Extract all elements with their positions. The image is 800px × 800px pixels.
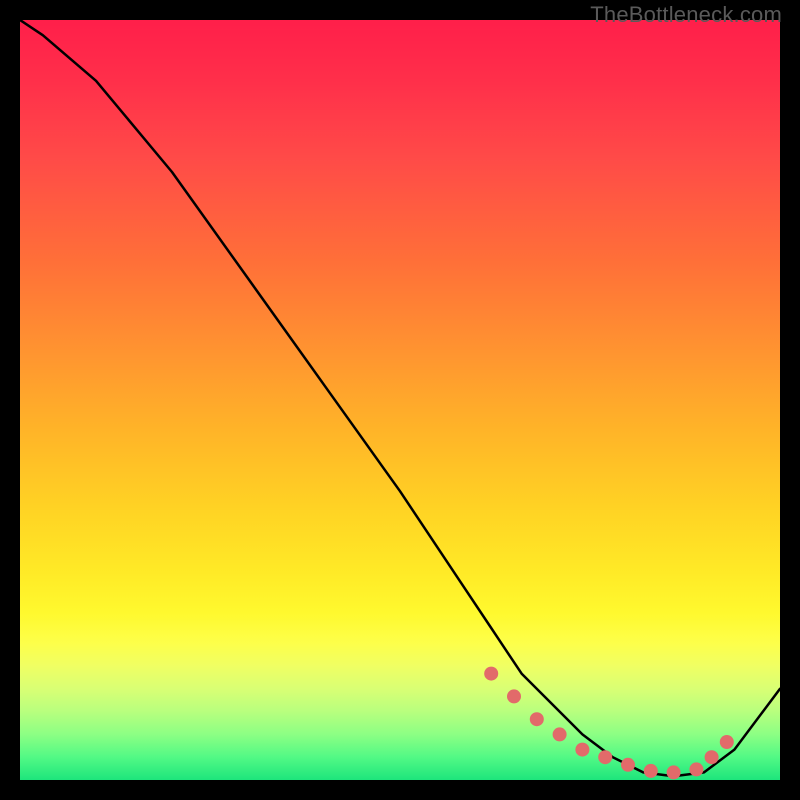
bottleneck-curve-line (20, 20, 780, 776)
marker-dot (507, 689, 521, 703)
marker-dot (553, 727, 567, 741)
marker-dot (575, 743, 589, 757)
marker-dot (720, 735, 734, 749)
marker-dot (644, 764, 658, 778)
marker-dot (705, 750, 719, 764)
bottleneck-chart (20, 20, 780, 780)
chart-frame: TheBottleneck.com (0, 0, 800, 800)
marker-dot (689, 762, 703, 776)
marker-dot (598, 750, 612, 764)
marker-dot (530, 712, 544, 726)
marker-dot (484, 667, 498, 681)
marker-dot (667, 765, 681, 779)
watermark-text: TheBottleneck.com (590, 2, 782, 28)
marker-dot (621, 758, 635, 772)
optimal-zone-markers (484, 667, 734, 780)
